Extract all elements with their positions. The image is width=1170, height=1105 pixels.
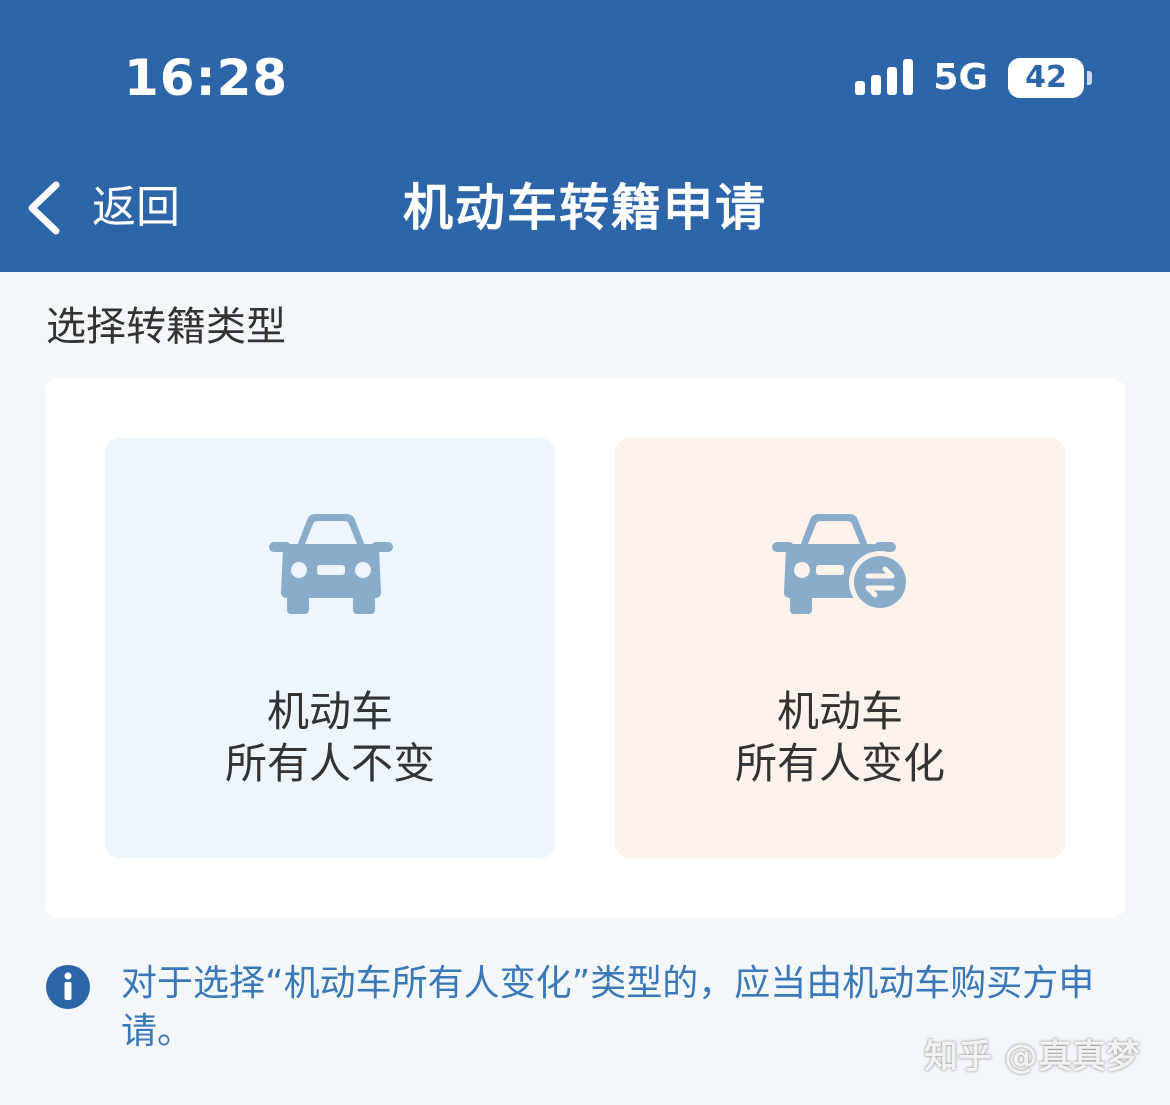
option-label-line1: 机动车 [266,687,393,736]
option-label-line2: 所有人变化 [734,739,945,788]
option-label: 机动车 所有人不变 [105,686,555,790]
car-icon [269,514,393,614]
status-time: 16:28 [124,49,289,107]
battery-level: 42 [1008,58,1084,98]
section-title: 选择转籍类型 [46,304,286,350]
status-indicators: 5G 42 [855,55,1092,101]
info-icon [46,965,90,1009]
header: 16:28 5G 42 返回 机动车转籍申请 [0,0,1170,272]
option-owner-changed[interactable]: 机动车 所有人变化 [615,438,1065,858]
screen: 16:28 5G 42 返回 机动车转籍申请 选择转籍类型 机动车 所有人不变 … [0,0,1170,1105]
network-label: 5G [933,57,988,98]
nav-bar: 返回 机动车转籍申请 [0,160,1170,256]
options-panel: 机动车 所有人不变 机动车 所有人变化 [45,378,1125,918]
option-label: 机动车 所有人变化 [615,686,1065,790]
battery-icon: 42 [1008,58,1092,98]
option-owner-unchanged[interactable]: 机动车 所有人不变 [105,438,555,858]
battery-tip [1087,71,1092,85]
page-title: 机动车转籍申请 [403,179,767,237]
option-label-line1: 机动车 [776,687,903,736]
signal-bars-icon [855,59,914,95]
car-transfer-icon [772,514,911,614]
watermark: 知乎 @真真梦 [924,1037,1140,1077]
option-label-line2: 所有人不变 [224,739,435,788]
